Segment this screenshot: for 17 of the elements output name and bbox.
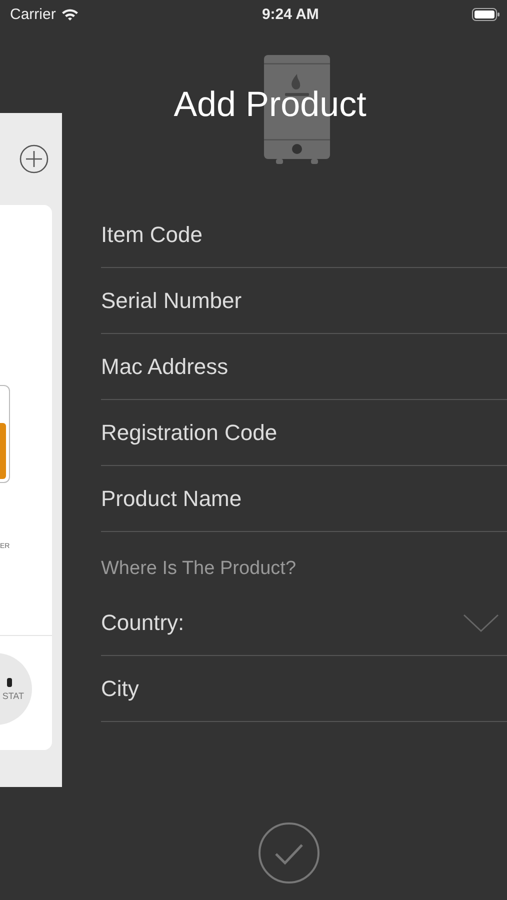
section-heading: Where Is The Product? bbox=[101, 557, 298, 581]
status-time: 9:24 AM bbox=[262, 6, 319, 22]
chevron-down-icon bbox=[463, 612, 499, 632]
input-field[interactable]: Product Name bbox=[101, 466, 507, 532]
checkmark-button[interactable] bbox=[258, 822, 320, 884]
wifi-icon bbox=[60, 8, 79, 20]
carrier-label: Carrier bbox=[10, 6, 56, 22]
input-field[interactable]: Item Code bbox=[101, 202, 507, 268]
battery-icon bbox=[472, 8, 500, 20]
country-dropdown[interactable]: Country: bbox=[101, 610, 463, 636]
add-icon[interactable] bbox=[19, 144, 49, 174]
thermostat-button[interactable]: STAT bbox=[0, 653, 32, 725]
input-field[interactable]: City bbox=[101, 656, 507, 722]
page-title: Add Product bbox=[174, 85, 366, 125]
input-field[interactable]: Mac Address bbox=[101, 334, 507, 400]
input-field[interactable]: Registration Code bbox=[101, 400, 507, 466]
input-field[interactable]: Serial Number bbox=[101, 268, 507, 334]
